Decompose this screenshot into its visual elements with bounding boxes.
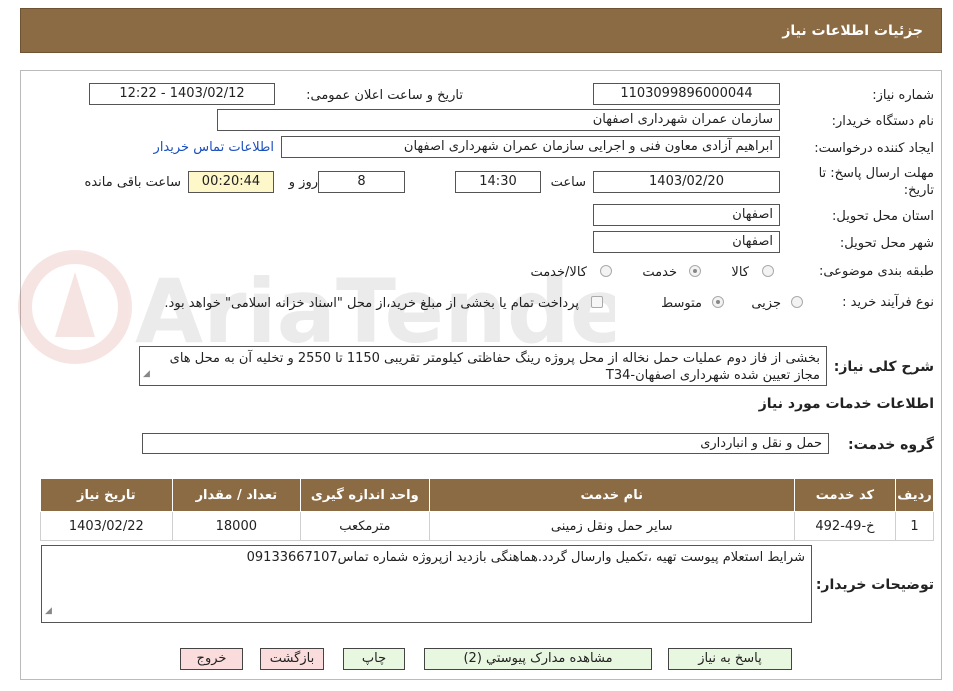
treasury-checkbox[interactable] [591,296,603,308]
days-word: روز و [288,175,318,190]
category-label: طبقه بندی موضوعی: [818,264,934,279]
city-label: شهر محل تحویل: [839,236,934,251]
page-header: جزئیات اطلاعات نیاز [20,8,942,53]
col-need-date: تاریخ نیاز [40,478,173,512]
deadline-label-date: تاریخ: [903,183,934,198]
buyer-org-field: سازمان عمران شهرداری اصفهان [217,109,780,131]
category-radio-both[interactable] [600,265,612,277]
col-service-name: نام خدمت [428,478,795,512]
creator-field: ابراهیم آزادی معاون فنی و اجرایی سازمان … [281,136,780,158]
deadline-time-word: ساعت [550,175,586,190]
table-row: 1 خ-49-492 سایر حمل ونقل زمینی مترمکعب 1… [40,511,934,541]
cell-service-name: سایر حمل ونقل زمینی [428,511,795,541]
process-label: نوع فرآیند خرید : [842,295,934,310]
province-field: اصفهان [593,204,780,226]
process-option-medium: متوسط [661,296,702,311]
remaining-word: ساعت باقی مانده [84,175,181,190]
view-attachments-button[interactable]: مشاهده مدارک پیوستي (2) [424,648,652,670]
col-quantity: تعداد / مقدار [171,478,302,512]
need-number-label: شماره نیاز: [872,88,934,103]
city-field: اصفهان [593,231,780,253]
buyer-notes-text: شرایط استعلام پیوست تهیه ،تکمیل وارسال گ… [246,550,805,565]
deadline-label: مهلت ارسال پاسخ: تا [818,166,934,181]
reply-button[interactable]: پاسخ به نیاز [668,648,792,670]
buyer-notes-label: توضیحات خریدار: [815,577,934,593]
exit-button[interactable]: خروج [180,648,243,670]
category-option-goods: کالا [731,265,749,280]
page-title: جزئیات اطلاعات نیاز [782,23,923,39]
remaining-time-field: 00:20:44 [188,171,274,193]
cell-row: 1 [895,511,934,541]
deadline-time-field: 14:30 [455,171,541,193]
col-row: ردیف [895,478,934,512]
summary-label: شرح کلی نیاز: [833,359,934,375]
cell-unit: مترمکعب [300,511,430,541]
days-field: 8 [318,171,405,193]
category-radio-goods[interactable] [762,265,774,277]
service-group-field: حمل و نقل و انبارداری [142,433,829,454]
back-button[interactable]: بازگشت [260,648,324,670]
services-section-title: اطلاعات خدمات مورد نیاز [758,396,934,412]
buyer-org-label: نام دستگاه خریدار: [831,114,934,129]
services-table: ردیف کد خدمت نام خدمت واحد اندازه گیری ت… [40,478,934,541]
category-radio-service[interactable] [689,265,701,277]
table-header-row: ردیف کد خدمت نام خدمت واحد اندازه گیری ت… [40,478,934,512]
print-button[interactable]: چاپ [343,648,405,670]
creator-label: ایجاد کننده درخواست: [814,141,934,156]
treasury-note: پرداخت تمام یا بخشی از مبلغ خرید،از محل … [164,296,579,311]
buyer-contact-link[interactable]: اطلاعات تماس خریدار [154,140,274,155]
announce-field: 1403/02/12 - 12:22 [89,83,275,105]
process-option-minor: جزیی [751,296,781,311]
resize-grip-icon[interactable]: ◢ [45,603,52,620]
service-group-label: گروه خدمت: [848,437,934,453]
cell-code: خ-49-492 [793,511,897,541]
need-number-field: 1103099896000044 [593,83,780,105]
col-unit: واحد اندازه گیری [300,478,430,512]
resize-grip-icon[interactable]: ◢ [143,366,150,383]
deadline-date-field: 1403/02/20 [593,171,780,193]
process-radio-medium[interactable] [712,296,724,308]
category-option-service: خدمت [642,265,677,280]
buyer-notes-textarea: شرایط استعلام پیوست تهیه ،تکمیل وارسال گ… [41,545,812,623]
cell-quantity: 18000 [171,511,302,541]
col-code: کد خدمت [793,478,897,512]
announce-label: تاریخ و ساعت اعلان عمومی: [306,88,463,103]
cell-need-date: 1403/02/22 [40,511,173,541]
summary-textarea: بخشی از فاز دوم عملیات حمل نخاله از محل … [139,346,827,386]
province-label: استان محل تحویل: [832,209,934,224]
process-radio-minor[interactable] [791,296,803,308]
summary-text: بخشی از فاز دوم عملیات حمل نخاله از محل … [169,351,820,383]
category-option-both: کالا/خدمت [530,265,587,280]
